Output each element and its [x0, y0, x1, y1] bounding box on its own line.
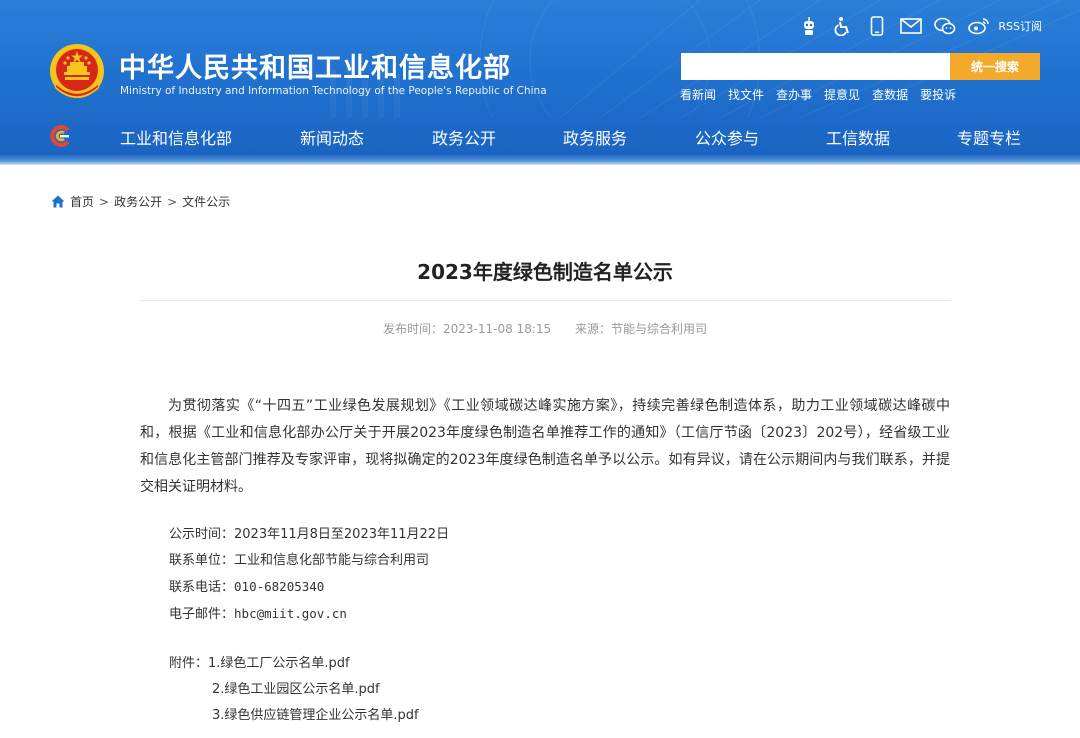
breadcrumb-home[interactable]: 首页 — [70, 193, 94, 210]
publish-time-label: 发布时间： — [382, 322, 443, 336]
main-navigation: 工业和信息化部 新闻动态 政务公开 政务服务 公众参与 工信数据 专题专栏 — [0, 118, 1080, 154]
quick-link-news[interactable]: 看新闻 — [680, 86, 716, 103]
site-title-english: Ministry of Industry and Information Tec… — [120, 85, 547, 97]
mobile-icon[interactable] — [860, 14, 894, 38]
attachment-link[interactable]: 2.绿色工业园区公示名单.pdf — [212, 682, 380, 697]
publish-time: 发布时间：2023-11-08 18:15 — [383, 322, 551, 336]
search-button[interactable]: 统一搜索 — [950, 53, 1040, 80]
article-meta: 发布时间：2023-11-08 18:15 来源：节能与综合利用司 — [140, 320, 950, 337]
source-value: 节能与综合利用司 — [610, 322, 707, 336]
article-body: 为贯彻落实《“十四五”工业绿色发展规划》《工业领域碳达峰实施方案》，持续完善绿色… — [140, 398, 950, 495]
contact-unit-label: 联系单位： — [169, 553, 235, 568]
contact-phone-row: 联系电话：010-68205340 — [169, 574, 449, 601]
quick-link-data[interactable]: 查数据 — [872, 86, 908, 103]
nav-item-government-affairs[interactable]: 政务公开 — [432, 125, 496, 149]
contact-phone-value: 010-68205340 — [234, 579, 325, 594]
publicity-period-value: 2023年11月8日至2023年11月22日 — [234, 527, 450, 542]
contact-email-value[interactable]: hbc@miit.gov.cn — [234, 606, 347, 621]
nav-item-topics[interactable]: 专题专栏 — [957, 125, 1021, 149]
site-title[interactable]: 中华人民共和国工业和信息化部 — [119, 46, 511, 85]
contact-email-label: 电子邮件： — [169, 607, 235, 622]
accessibility-icon[interactable] — [826, 14, 860, 38]
breadcrumb-file-publicity[interactable]: 文件公示 — [182, 193, 230, 210]
quick-link-complaint[interactable]: 要投诉 — [920, 86, 956, 103]
article-title: 2023年度绿色制造名单公示 — [417, 260, 673, 284]
breadcrumb-government-affairs[interactable]: 政务公开 — [114, 193, 162, 210]
contact-unit-row: 联系单位：工业和信息化部节能与综合利用司 — [169, 548, 449, 574]
breadcrumb: 首页 > 政务公开 > 文件公示 — [51, 193, 230, 210]
home-icon — [51, 195, 65, 208]
search-input[interactable] — [681, 53, 950, 80]
quick-link-services[interactable]: 查办事 — [776, 86, 812, 103]
national-emblem-logo[interactable] — [48, 42, 106, 104]
weibo-icon[interactable] — [962, 14, 996, 38]
nav-item-government-services[interactable]: 政务服务 — [563, 125, 627, 149]
quick-link-feedback[interactable]: 提意见 — [824, 86, 860, 103]
attachment-link[interactable]: 1.绿色工厂公示名单.pdf — [208, 656, 350, 671]
article-source: 来源：节能与综合利用司 — [575, 322, 707, 336]
publicity-period-row: 公示时间：2023年11月8日至2023年11月22日 — [169, 522, 449, 548]
site-header: 中华人民共和国工业和信息化部 Ministry of Industry and … — [0, 0, 1080, 165]
quick-link-documents[interactable]: 找文件 — [728, 86, 764, 103]
contact-info: 公示时间：2023年11月8日至2023年11月22日 联系单位：工业和信息化部… — [169, 522, 449, 628]
attachment-row: 3.绿色供应链管理企业公示名单.pdf — [169, 703, 419, 729]
source-label: 来源： — [574, 322, 611, 336]
robot-icon[interactable] — [792, 14, 826, 38]
publicity-period-label: 公示时间： — [169, 527, 235, 542]
breadcrumb-separator: > — [99, 194, 110, 209]
nav-item-public-participation[interactable]: 公众参与 — [695, 125, 759, 149]
quick-links: 看新闻 找文件 查办事 提意见 查数据 要投诉 — [680, 86, 956, 103]
header-divider — [0, 154, 1080, 165]
nav-item-ministry[interactable]: 工业和信息化部 — [120, 125, 232, 149]
contact-phone-label: 联系电话： — [169, 580, 235, 595]
home-logo-icon[interactable] — [49, 124, 73, 148]
attachment-row: 附件：1.绿色工厂公示名单.pdf — [169, 651, 419, 677]
nav-item-news[interactable]: 新闻动态 — [300, 125, 364, 149]
breadcrumb-separator: > — [167, 194, 178, 209]
publish-time-value: 2023-11-08 18:15 — [443, 322, 552, 336]
rss-subscribe-link[interactable]: RSS订阅 — [998, 18, 1042, 34]
attachments: 附件：1.绿色工厂公示名单.pdf 2.绿色工业园区公示名单.pdf 3.绿色供… — [169, 651, 419, 729]
mail-icon[interactable] — [894, 14, 928, 38]
attachments-label: 附件： — [169, 656, 209, 671]
title-divider — [140, 300, 950, 301]
contact-email-row: 电子邮件：hbc@miit.gov.cn — [169, 601, 449, 628]
attachment-link[interactable]: 3.绿色供应链管理企业公示名单.pdf — [212, 708, 419, 723]
wechat-icon[interactable] — [928, 14, 962, 38]
contact-unit-value: 工业和信息化部节能与综合利用司 — [234, 553, 430, 568]
attachment-row: 2.绿色工业园区公示名单.pdf — [169, 677, 419, 703]
nav-item-data[interactable]: 工信数据 — [826, 125, 890, 149]
top-toolbar: RSS订阅 — [792, 14, 1042, 38]
